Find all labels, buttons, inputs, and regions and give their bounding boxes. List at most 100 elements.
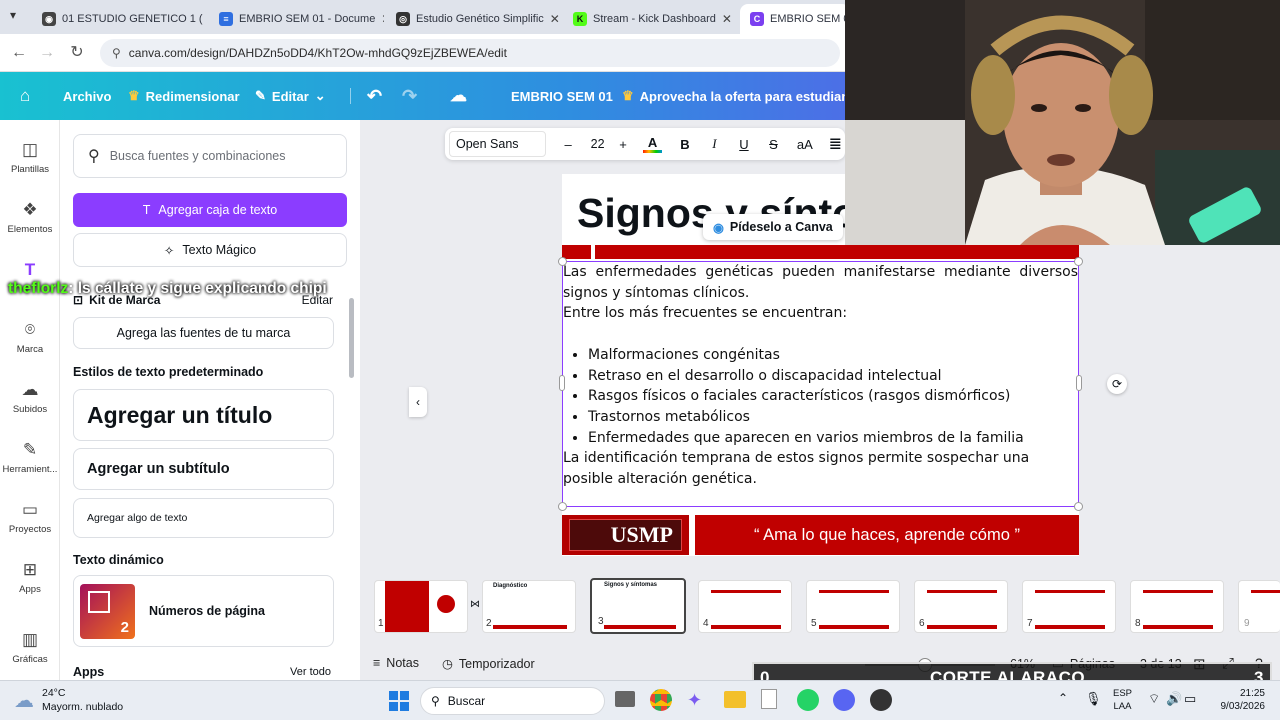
archivo-menu[interactable]: Archivo <box>63 72 111 120</box>
add-title-button[interactable]: Agregar un título <box>73 389 334 441</box>
browser-tab-1[interactable]: ◉ 01 ESTUDIO GENETICO 1 ( ✕ <box>32 4 207 34</box>
tab-list-button[interactable]: ▾ <box>10 8 16 22</box>
redimensionar-button[interactable]: ♛ Redimensionar <box>128 72 240 120</box>
thumbnail-8[interactable] <box>1130 580 1224 633</box>
taskbar-search[interactable]: ⚲ Buscar <box>420 687 605 715</box>
magic-text-button[interactable]: ✧ Texto Mágico <box>73 233 347 267</box>
add-brand-fonts-button[interactable]: Agrega las fuentes de tu marca <box>73 317 334 349</box>
font-size-input[interactable]: 22 <box>586 137 609 151</box>
close-icon[interactable]: ✕ <box>722 12 732 26</box>
cloud-save-icon[interactable]: ☁ <box>450 72 467 120</box>
align-justify-icon[interactable]: ≣ <box>826 134 845 154</box>
rail-subidos[interactable]: ☁ Subidos <box>0 380 60 415</box>
chrome-icon[interactable] <box>650 689 672 711</box>
whatsapp-icon[interactable] <box>797 689 819 711</box>
lang-secondary: LAA <box>1113 701 1132 712</box>
resize-handle[interactable] <box>558 257 567 266</box>
side-handle[interactable] <box>559 375 565 391</box>
collapse-panel-button[interactable]: ‹ <box>409 387 427 417</box>
underline-button[interactable]: U <box>735 137 752 152</box>
start-button[interactable] <box>389 691 409 711</box>
copilot-icon[interactable]: ✦ <box>687 690 702 711</box>
microphone-icon[interactable]: 🎙 <box>1085 691 1102 707</box>
strikethrough-button[interactable]: S <box>765 137 782 152</box>
side-handle[interactable] <box>1076 375 1082 391</box>
thumbnail-6[interactable] <box>914 580 1008 633</box>
wifi-icon[interactable]: ⌔ <box>1148 691 1160 707</box>
thumbnail-5[interactable] <box>806 580 900 633</box>
site-info-icon[interactable]: ⚲ <box>112 46 121 60</box>
close-icon[interactable]: ✕ <box>381 12 384 26</box>
rail-marca[interactable]: ⌾ Marca <box>0 320 60 355</box>
volume-icon[interactable]: 🔊 <box>1166 691 1182 707</box>
text-color-icon[interactable]: A <box>642 135 663 153</box>
language-indicator[interactable]: ESP LAA <box>1113 687 1132 713</box>
italic-button[interactable]: I <box>706 136 723 152</box>
undo-icon[interactable]: ↶ <box>367 72 382 120</box>
timer-button[interactable]: ◷ Temporizador <box>442 656 535 672</box>
resize-handle[interactable] <box>1074 257 1083 266</box>
font-family-dropdown[interactable]: Open Sans <box>449 131 547 157</box>
rail-elementos[interactable]: ❖ Elementos <box>0 200 60 235</box>
rail-graficas[interactable]: ▥ Gráficas <box>0 630 60 665</box>
file-explorer-icon[interactable] <box>724 691 746 708</box>
forward-icon[interactable]: → <box>36 42 58 64</box>
rail-texto[interactable]: T <box>0 260 60 280</box>
letter-case-button[interactable]: aA <box>794 137 815 152</box>
chat-username: theflorlz <box>8 280 69 297</box>
clock[interactable]: 21:25 9/03/2026 <box>1205 687 1266 713</box>
font-size-decrease[interactable]: – <box>560 137 576 152</box>
browser-tab-4[interactable]: K Stream - Kick Dashboard ✕ <box>563 4 738 34</box>
notepad-icon[interactable] <box>761 689 777 709</box>
bold-button[interactable]: B <box>676 137 693 152</box>
thumbnail-1[interactable] <box>374 580 468 633</box>
rail-proyectos[interactable]: ▭ Proyectos <box>0 500 60 535</box>
task-view-icon[interactable] <box>615 691 635 707</box>
rail-plantillas[interactable]: ◫ Plantillas <box>0 140 60 175</box>
weather-text: 24°C Mayorm. nublado <box>42 686 123 714</box>
rotate-icon[interactable]: ⟳ <box>1107 374 1127 394</box>
see-all-link[interactable]: Ver todo <box>290 666 331 678</box>
rail-label: Marca <box>16 344 44 355</box>
battery-icon[interactable]: ▭ <box>1184 691 1196 707</box>
elements-icon: ❖ <box>22 200 38 219</box>
browser-tab-2[interactable]: ≡ EMBRIO SEM 01 - Docume ✕ <box>209 4 384 34</box>
redo-icon[interactable]: ↷ <box>402 72 417 120</box>
thumbnail-3-selected[interactable]: Signos y síntomas <box>590 578 686 634</box>
app-icon[interactable] <box>870 689 892 711</box>
selected-text-box[interactable]: Las enfermedades genéticas pueden manife… <box>558 257 1083 511</box>
page-numbers-card[interactable]: 2 Números de página <box>73 575 334 647</box>
ask-canva-button[interactable]: ◉ Pídeselo a Canva <box>703 214 843 240</box>
browser-tab-5-active[interactable]: C EMBRIO SEM 01 <box>740 4 850 34</box>
panel-scrollbar[interactable] <box>349 298 354 378</box>
rail-label: Elementos <box>7 224 53 235</box>
transition-icon[interactable]: ⋈ <box>470 599 480 610</box>
rail-herramientas[interactable]: ✎ Herramient... <box>0 440 60 475</box>
font-search-input[interactable]: ⚲ Busca fuentes y combinaciones <box>73 134 347 178</box>
url-input[interactable]: ⚲ canva.com/design/DAHDZn5oDD4/KhT2Ow-mh… <box>100 39 840 67</box>
rail-apps[interactable]: ⊞ Apps <box>0 560 60 595</box>
notes-button[interactable]: ≡ Notas <box>373 656 419 670</box>
chart-icon: ▥ <box>21 630 39 649</box>
thumbnail-4[interactable] <box>698 580 792 633</box>
browser-tab-3[interactable]: ◎ Estudio Genético Simplific ✕ <box>386 4 561 34</box>
weather-widget[interactable]: ☁ 24°C Mayorm. nublado <box>14 686 123 714</box>
add-subtitle-button[interactable]: Agregar un subtítulo <box>73 448 334 490</box>
reload-icon[interactable]: ↻ <box>66 42 88 64</box>
add-textbox-button[interactable]: T Agregar caja de texto <box>73 193 347 227</box>
home-icon[interactable]: ⌂ <box>20 72 30 120</box>
promo-banner[interactable]: ♛ Aprovecha la oferta para estudian <box>622 72 845 120</box>
thumbnail-7[interactable] <box>1022 580 1116 633</box>
close-icon[interactable]: ✕ <box>550 12 560 26</box>
font-size-increase[interactable]: + <box>615 137 631 152</box>
resize-handle[interactable] <box>558 502 567 511</box>
resize-handle[interactable] <box>1074 502 1083 511</box>
discord-icon[interactable] <box>833 689 855 711</box>
add-body-text-button[interactable]: Agregar algo de texto <box>73 498 334 538</box>
thumbnail-2[interactable]: Diagnóstico <box>482 580 576 633</box>
clock-date: 9/03/2026 <box>1220 701 1266 712</box>
tray-chevron-icon[interactable]: ⌃ <box>1058 691 1068 705</box>
document-title[interactable]: EMBRIO SEM 01 <box>511 72 613 120</box>
back-icon[interactable]: ← <box>8 42 30 64</box>
editar-menu[interactable]: ✎ Editar ⌄ <box>255 72 326 120</box>
